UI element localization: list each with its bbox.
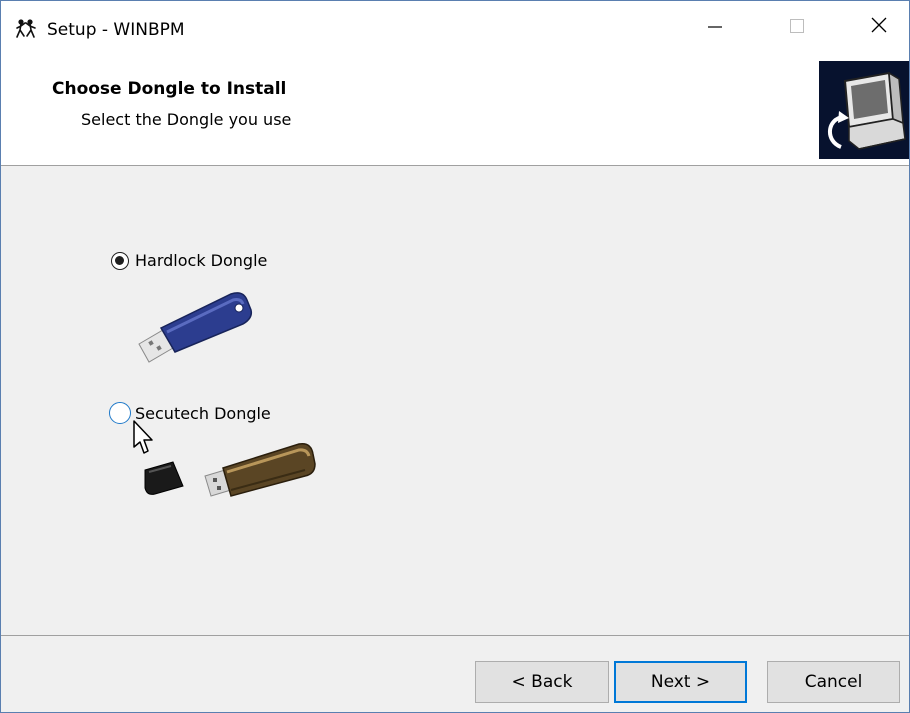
installer-people-icon [16,19,36,38]
footer-divider [1,635,909,636]
cancel-button[interactable]: Cancel [767,661,900,703]
back-button[interactable]: < Back [475,661,609,703]
option-hardlock-dongle[interactable]: Hardlock Dongle [111,251,267,270]
wizard-header: Choose Dongle to Install Select the Dong… [1,49,909,166]
close-icon [871,17,887,33]
maximize-button[interactable] [767,1,827,49]
minimize-button[interactable] [685,1,745,49]
radio-hardlock-dongle[interactable] [111,251,129,270]
next-button[interactable]: Next > [614,661,747,703]
page-title: Choose Dongle to Install [52,79,287,99]
dongle-selection-panel: Hardlock Dongle Secutech Dongle [1,166,909,636]
maximize-icon [790,19,804,33]
secutech-dongle-image [144,442,316,497]
computer-install-icon [819,61,909,159]
window-title: Setup - WINBPM [47,20,185,40]
close-button[interactable] [849,1,909,49]
mouse-pointer-icon [133,420,153,454]
setup-window: Setup - WINBPM Choose Dongle to Install … [0,0,910,713]
minimize-icon [708,26,722,28]
hardlock-dongle-image [138,292,253,363]
radio-secutech-dongle[interactable] [109,402,131,424]
page-subtitle: Select the Dongle you use [81,110,292,129]
title-bar[interactable]: Setup - WINBPM [1,1,909,49]
option-label-hardlock: Hardlock Dongle [135,251,268,270]
option-label-secutech: Secutech Dongle [135,403,271,423]
